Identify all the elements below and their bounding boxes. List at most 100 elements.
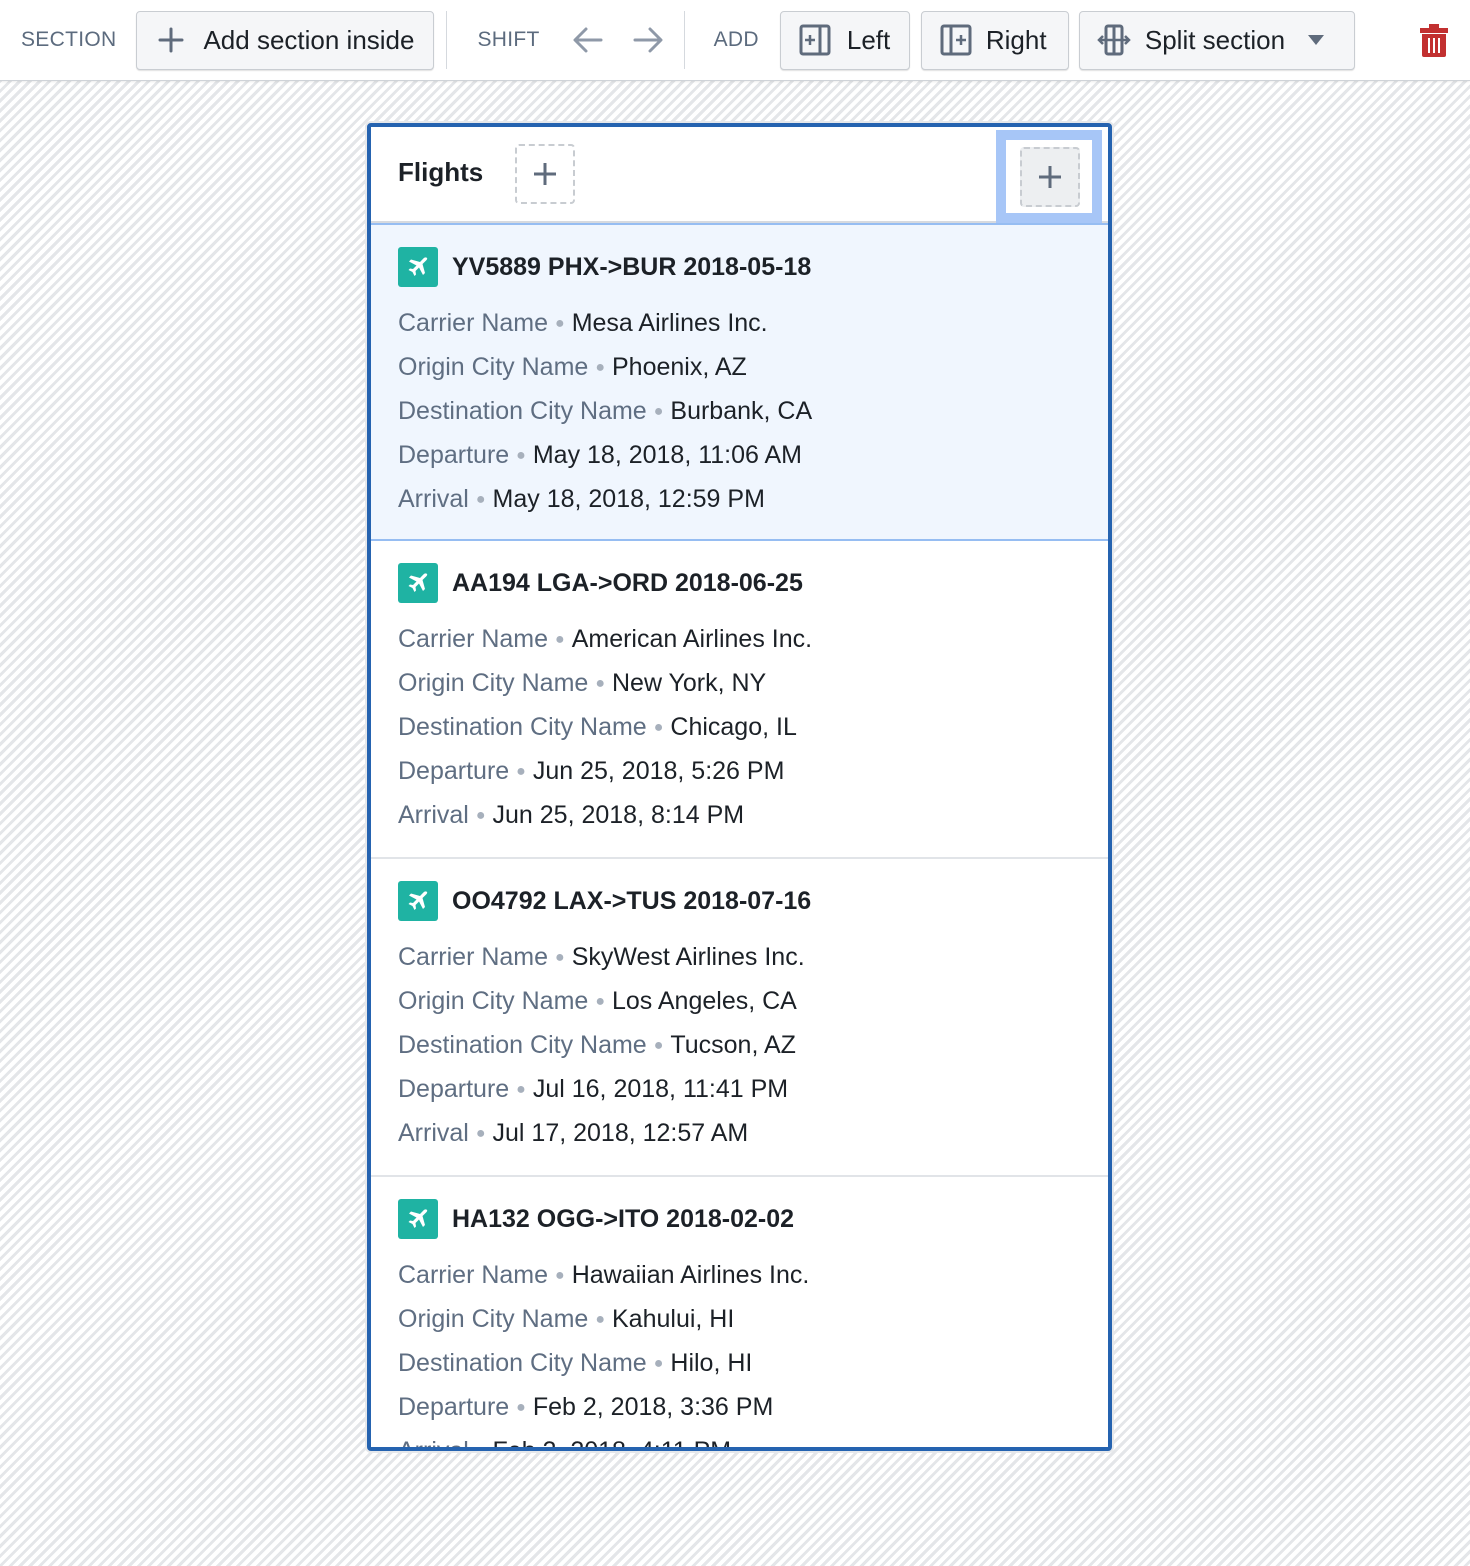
property-value: Feb 2, 2018, 4:11 PM <box>492 1437 732 1451</box>
property-row: Origin City Name ● Los Angeles, CA <box>398 979 1081 1023</box>
flight-list-item[interactable]: YV5889 PHX->BUR 2018-05-18 Carrier Name ●… <box>371 223 1108 541</box>
property-row: Departure ● Jun 25, 2018, 5:26 PM <box>398 749 1081 793</box>
property-value: SkyWest Airlines Inc. <box>571 943 805 971</box>
separator-dot: ● <box>516 763 526 781</box>
trash-icon <box>1419 24 1448 57</box>
flights-section: Flights YV5889 PHX->BUR 2018-05-18 Carri… <box>367 123 1112 1451</box>
flight-properties: Carrier Name ● American Airlines Inc. Origi… <box>398 617 1081 837</box>
property-row: Departure ● May 18, 2018, 11:06 AM <box>398 433 1081 477</box>
property-row: Origin City Name ● New York, NY <box>398 661 1081 705</box>
property-value: Feb 2, 2018, 3:36 PM <box>532 1393 774 1421</box>
property-key: Origin City Name <box>398 669 589 697</box>
separator-dot: ● <box>595 1311 605 1329</box>
section-header: Flights <box>371 127 1108 223</box>
add-label: ADD <box>713 28 759 51</box>
plus-icon <box>158 27 184 53</box>
property-key: Origin City Name <box>398 1305 589 1333</box>
add-section-inside-button[interactable]: Add section inside <box>136 10 435 70</box>
flight-list: YV5889 PHX->BUR 2018-05-18 Carrier Name ●… <box>371 223 1108 1451</box>
airplane-icon <box>398 1199 438 1239</box>
delete-section-button[interactable] <box>1419 23 1449 57</box>
property-row: Arrival ● Jun 25, 2018, 8:14 PM <box>398 793 1081 837</box>
property-value: Phoenix, AZ <box>612 353 747 381</box>
property-row: Destination City Name ● Burbank, CA <box>398 389 1081 433</box>
split-section-label: Split section <box>1144 24 1286 55</box>
add-widget-right-slot <box>1006 140 1092 213</box>
arrow-left-icon <box>573 27 603 53</box>
property-value: Chicago, IL <box>670 713 797 741</box>
shift-left-button[interactable] <box>572 26 604 54</box>
property-row: Arrival ● May 18, 2018, 12:59 PM <box>398 477 1081 521</box>
property-key: Carrier Name <box>398 625 549 653</box>
separator-dot: ● <box>595 359 605 377</box>
add-left-button[interactable]: Left <box>779 10 910 70</box>
flight-list-item[interactable]: AA194 LGA->ORD 2018-06-25 Carrier Name ● A… <box>371 541 1108 859</box>
split-section-dropdown[interactable]: Split section <box>1078 10 1355 70</box>
property-row: Arrival ● Feb 2, 2018, 4:11 PM <box>398 1429 1081 1451</box>
property-key: Departure <box>398 441 510 469</box>
property-row: Destination City Name ● Chicago, IL <box>398 705 1081 749</box>
separator-dot: ● <box>595 675 605 693</box>
separator-dot: ● <box>475 807 486 825</box>
property-key: Destination City Name <box>398 713 647 741</box>
flight-item-header: OO4792 LAX->TUS 2018-07-16 <box>398 881 1081 921</box>
property-key: Departure <box>398 757 510 785</box>
property-value: Los Angeles, CA <box>612 987 797 1015</box>
property-key: Departure <box>398 1393 510 1421</box>
add-widget-right-highlight <box>996 130 1102 223</box>
flight-item-header: YV5889 PHX->BUR 2018-05-18 <box>398 247 1081 287</box>
property-row: Departure ● Feb 2, 2018, 3:36 PM <box>398 1385 1081 1429</box>
property-key: Arrival <box>398 1119 469 1147</box>
property-key: Arrival <box>398 1437 469 1451</box>
add-right-label: Right <box>985 24 1047 55</box>
separator-dot: ● <box>516 447 526 465</box>
property-value: May 18, 2018, 12:59 PM <box>492 485 765 513</box>
separator-dot: ● <box>653 403 664 421</box>
separator-dot: ● <box>516 1081 526 1099</box>
separator-dot: ● <box>475 491 486 509</box>
property-value: Hawaiian Airlines Inc. <box>571 1261 810 1289</box>
separator-dot: ● <box>653 719 664 737</box>
property-key: Destination City Name <box>398 397 647 425</box>
plus-icon <box>534 163 556 185</box>
flight-item-header: HA132 OGG->ITO 2018-02-02 <box>398 1199 1081 1239</box>
property-row: Origin City Name ● Kahului, HI <box>398 1297 1081 1341</box>
property-key: Carrier Name <box>398 309 549 337</box>
property-value: Jul 16, 2018, 11:41 PM <box>532 1075 789 1103</box>
separator-dot: ● <box>555 631 565 649</box>
property-row: Carrier Name ● Mesa Airlines Inc. <box>398 301 1081 345</box>
property-value: Kahului, HI <box>612 1305 735 1333</box>
property-row: Origin City Name ● Phoenix, AZ <box>398 345 1081 389</box>
shift-label: SHIFT <box>477 28 540 51</box>
airplane-icon <box>398 881 438 921</box>
property-key: Departure <box>398 1075 510 1103</box>
property-value: Jul 17, 2018, 12:57 AM <box>492 1119 749 1147</box>
property-value: Hilo, HI <box>670 1349 753 1377</box>
add-right-button[interactable]: Right <box>920 10 1069 70</box>
toolbar-divider <box>683 11 685 69</box>
caret-down-icon <box>1307 34 1325 46</box>
property-value: Jun 25, 2018, 5:26 PM <box>532 757 785 785</box>
separator-dot: ● <box>555 315 565 333</box>
add-widget-right-button[interactable] <box>1020 147 1080 207</box>
section-toolbar: SECTION Add section inside SHIFT ADD Lef… <box>0 0 1470 81</box>
property-value: Tucson, AZ <box>670 1031 796 1059</box>
add-section-inside-label: Add section inside <box>203 24 415 55</box>
section-title: Flights <box>398 157 484 187</box>
flight-list-item[interactable]: OO4792 LAX->TUS 2018-07-16 Carrier Name ●… <box>371 859 1108 1177</box>
property-row: Carrier Name ● American Airlines Inc. <box>398 617 1081 661</box>
separator-dot: ● <box>516 1399 526 1417</box>
property-key: Origin City Name <box>398 353 589 381</box>
property-row: Departure ● Jul 16, 2018, 11:41 PM <box>398 1067 1081 1111</box>
property-value: Burbank, CA <box>670 397 813 425</box>
separator-dot: ● <box>653 1037 664 1055</box>
separator-dot: ● <box>555 1267 565 1285</box>
property-key: Carrier Name <box>398 943 549 971</box>
flight-item-header: AA194 LGA->ORD 2018-06-25 <box>398 563 1081 603</box>
flight-list-item[interactable]: HA132 OGG->ITO 2018-02-02 Carrier Name ● H… <box>371 1177 1108 1451</box>
flight-title: YV5889 PHX->BUR 2018-05-18 <box>452 252 812 281</box>
separator-dot: ● <box>555 949 565 967</box>
add-widget-left-button[interactable] <box>515 144 575 204</box>
flight-properties: Carrier Name ● Hawaiian Airlines Inc. Origi… <box>398 1253 1081 1451</box>
shift-right-button[interactable] <box>632 26 664 54</box>
